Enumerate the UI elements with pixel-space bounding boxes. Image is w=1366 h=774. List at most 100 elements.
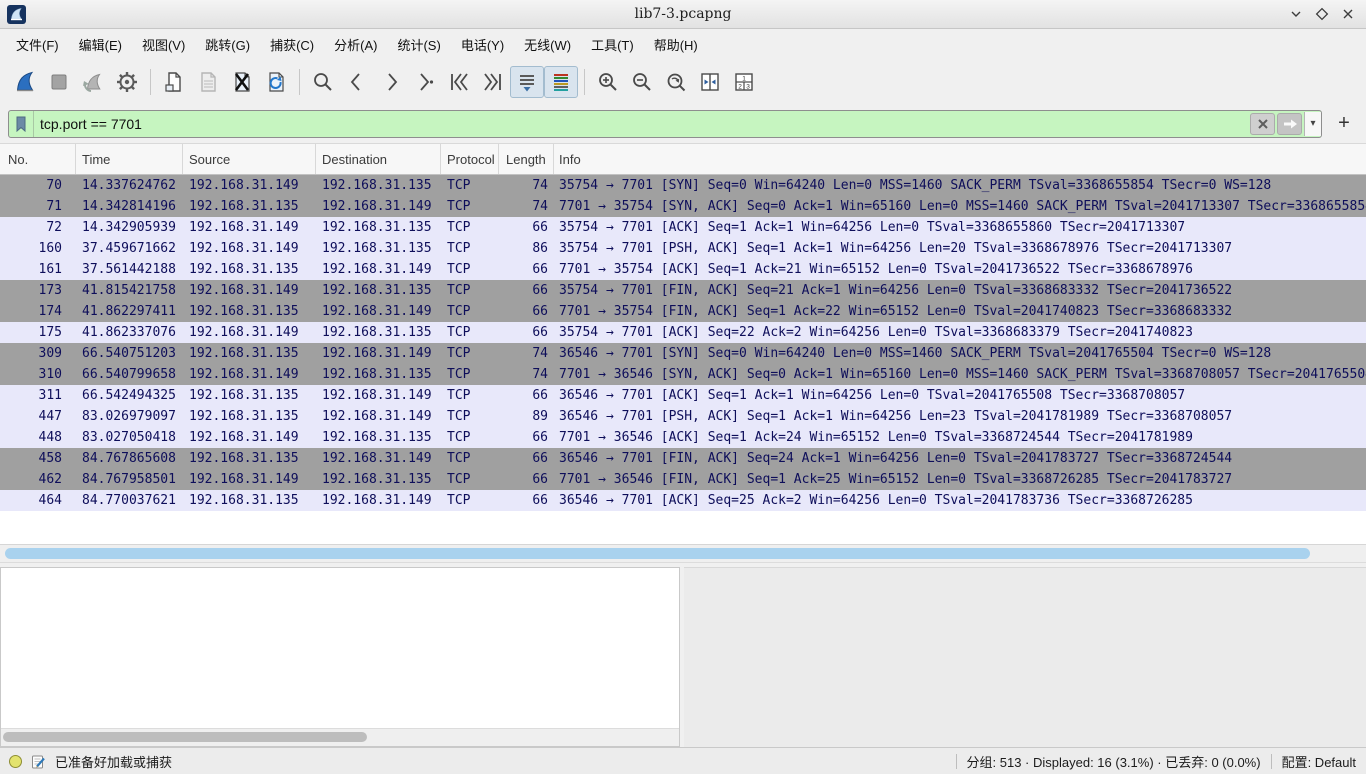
- menu-item[interactable]: 分析(A): [324, 30, 387, 59]
- packet-length: 66: [499, 490, 554, 511]
- packet-time: 83.027050418: [76, 427, 183, 448]
- start-capture-icon[interactable]: [8, 66, 42, 98]
- maximize-button[interactable]: [1314, 6, 1330, 22]
- first-packet-icon[interactable]: [442, 66, 476, 98]
- packet-no: 175: [0, 322, 76, 343]
- capture-comment-icon[interactable]: [31, 754, 46, 769]
- last-packet-icon[interactable]: [476, 66, 510, 98]
- details-hscrollbar[interactable]: [1, 728, 679, 746]
- packet-row[interactable]: 447 83.026979097 192.168.31.135 192.168.…: [0, 406, 1366, 427]
- packet-list-empty-area: [0, 511, 1366, 545]
- open-file-icon[interactable]: [157, 66, 191, 98]
- find-packet-icon[interactable]: [306, 66, 340, 98]
- packet-no: 71: [0, 196, 76, 217]
- menu-item[interactable]: 文件(F): [6, 30, 69, 59]
- restart-capture-icon[interactable]: [76, 66, 110, 98]
- packet-row[interactable]: 462 84.767958501 192.168.31.149 192.168.…: [0, 469, 1366, 490]
- packet-list-hscrollbar[interactable]: [0, 545, 1366, 563]
- packet-info: 35754 → 7701 [ACK] Seq=1 Ack=1 Win=64256…: [554, 217, 1366, 238]
- column-header-no[interactable]: No.: [0, 144, 76, 174]
- packet-source: 192.168.31.149: [183, 280, 316, 301]
- packet-protocol: TCP: [441, 385, 499, 406]
- zoom-out-icon[interactable]: [625, 66, 659, 98]
- packet-row[interactable]: 161 37.561442188 192.168.31.135 192.168.…: [0, 259, 1366, 280]
- packet-info: 36546 → 7701 [PSH, ACK] Seq=1 Ack=1 Win=…: [554, 406, 1366, 427]
- menu-item[interactable]: 工具(T): [581, 30, 644, 59]
- resize-columns-icon[interactable]: [693, 66, 727, 98]
- packet-source: 192.168.31.135: [183, 196, 316, 217]
- column-header-protocol[interactable]: Protocol: [441, 144, 499, 174]
- capture-options-icon[interactable]: [110, 66, 144, 98]
- packet-info: 35754 → 7701 [FIN, ACK] Seq=21 Ack=1 Win…: [554, 280, 1366, 301]
- packet-bytes-pane[interactable]: [684, 567, 1366, 747]
- menu-item[interactable]: 跳转(G): [195, 30, 260, 59]
- packet-source: 192.168.31.135: [183, 385, 316, 406]
- previous-packet-icon[interactable]: [340, 66, 374, 98]
- filter-dropdown-icon[interactable]: ▾: [1304, 112, 1321, 136]
- menu-item[interactable]: 捕获(C): [260, 30, 324, 59]
- expert-info-icon[interactable]: [9, 755, 22, 768]
- scrollbar-thumb[interactable]: [5, 548, 1310, 559]
- packet-row[interactable]: 72 14.342905939 192.168.31.149 192.168.3…: [0, 217, 1366, 238]
- menu-item[interactable]: 视图(V): [132, 30, 195, 59]
- packet-protocol: TCP: [441, 196, 499, 217]
- packet-time: 66.540799658: [76, 364, 183, 385]
- next-packet-icon[interactable]: [374, 66, 408, 98]
- menu-item[interactable]: 统计(S): [387, 30, 450, 59]
- packet-info: 7701 → 36546 [FIN, ACK] Seq=1 Ack=25 Win…: [554, 469, 1366, 490]
- scrollbar-thumb[interactable]: [3, 732, 367, 742]
- filter-add-button[interactable]: +: [1330, 110, 1358, 138]
- minimize-button[interactable]: [1288, 6, 1304, 22]
- auto-scroll-icon[interactable]: [510, 66, 544, 98]
- packet-row[interactable]: 464 84.770037621 192.168.31.135 192.168.…: [0, 490, 1366, 511]
- stop-capture-icon[interactable]: [42, 66, 76, 98]
- menu-item[interactable]: 帮助(H): [644, 30, 708, 59]
- packet-no: 311: [0, 385, 76, 406]
- packet-row[interactable]: 309 66.540751203 192.168.31.135 192.168.…: [0, 343, 1366, 364]
- zoom-in-icon[interactable]: [591, 66, 625, 98]
- packet-row[interactable]: 310 66.540799658 192.168.31.149 192.168.…: [0, 364, 1366, 385]
- close-file-icon[interactable]: [225, 66, 259, 98]
- column-header-length[interactable]: Length: [499, 144, 554, 174]
- filter-apply-icon[interactable]: [1277, 113, 1302, 135]
- packet-row[interactable]: 448 83.027050418 192.168.31.149 192.168.…: [0, 427, 1366, 448]
- column-header-info[interactable]: Info: [554, 144, 1366, 174]
- menu-item[interactable]: 电话(Y): [451, 30, 514, 59]
- packet-protocol: TCP: [441, 301, 499, 322]
- packet-time: 84.767865608: [76, 448, 183, 469]
- column-header-time[interactable]: Time: [76, 144, 183, 174]
- packet-length: 66: [499, 280, 554, 301]
- packet-protocol: TCP: [441, 175, 499, 196]
- zoom-reset-icon[interactable]: [659, 66, 693, 98]
- menu-item[interactable]: 编辑(E): [69, 30, 132, 59]
- colorize-icon[interactable]: [544, 66, 578, 98]
- packet-row[interactable]: 71 14.342814196 192.168.31.135 192.168.3…: [0, 196, 1366, 217]
- filter-bookmark-icon[interactable]: [9, 111, 34, 137]
- packet-no: 161: [0, 259, 76, 280]
- display-filter-field[interactable]: ▾: [8, 110, 1322, 138]
- packet-row[interactable]: 70 14.337624762 192.168.31.149 192.168.3…: [0, 175, 1366, 196]
- packet-row[interactable]: 458 84.767865608 192.168.31.135 192.168.…: [0, 448, 1366, 469]
- display-filter-input[interactable]: [34, 116, 1250, 132]
- go-to-packet-icon[interactable]: [408, 66, 442, 98]
- layout-columns-icon[interactable]: 123: [727, 66, 761, 98]
- save-file-icon[interactable]: [191, 66, 225, 98]
- packet-row[interactable]: 160 37.459671662 192.168.31.149 192.168.…: [0, 238, 1366, 259]
- packet-row[interactable]: 173 41.815421758 192.168.31.149 192.168.…: [0, 280, 1366, 301]
- packet-row[interactable]: 311 66.542494325 192.168.31.135 192.168.…: [0, 385, 1366, 406]
- packet-no: 458: [0, 448, 76, 469]
- svg-text:3: 3: [746, 84, 750, 91]
- packet-info: 7701 → 36546 [ACK] Seq=1 Ack=24 Win=6515…: [554, 427, 1366, 448]
- packet-time: 41.862297411: [76, 301, 183, 322]
- packet-row[interactable]: 175 41.862337076 192.168.31.149 192.168.…: [0, 322, 1366, 343]
- column-header-destination[interactable]: Destination: [316, 144, 441, 174]
- packet-time: 83.026979097: [76, 406, 183, 427]
- reload-file-icon[interactable]: [259, 66, 293, 98]
- column-header-source[interactable]: Source: [183, 144, 316, 174]
- packet-row[interactable]: 174 41.862297411 192.168.31.135 192.168.…: [0, 301, 1366, 322]
- filter-clear-icon[interactable]: [1250, 113, 1275, 135]
- packet-destination: 192.168.31.149: [316, 259, 441, 280]
- packet-details-pane[interactable]: [0, 567, 680, 747]
- menu-item[interactable]: 无线(W): [514, 30, 581, 59]
- close-button[interactable]: [1340, 6, 1356, 22]
